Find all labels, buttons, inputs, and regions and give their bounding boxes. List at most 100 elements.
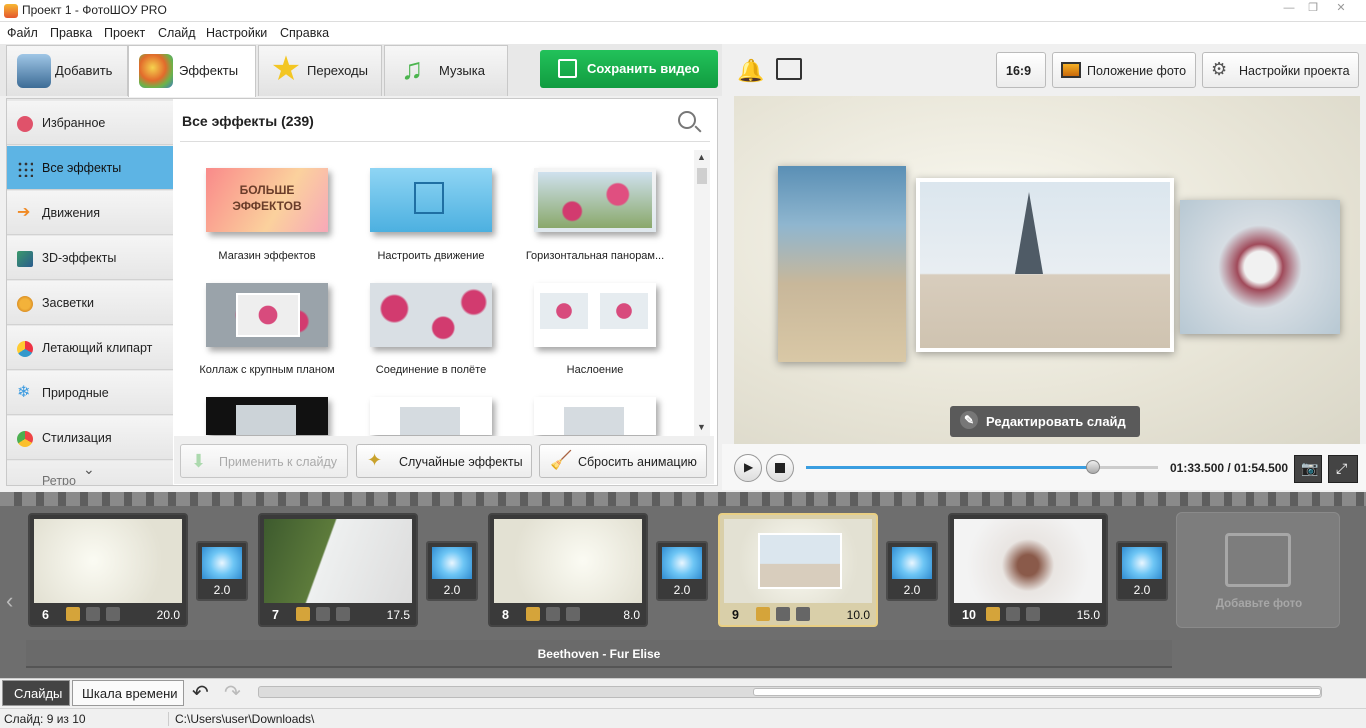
menu-file[interactable]: Файл [7, 26, 38, 40]
scroll-down-icon[interactable]: ▼ [697, 422, 706, 432]
transition-thumb[interactable]: 2.0 [656, 541, 708, 601]
effect-label: Горизонтальная панорам... [525, 250, 665, 262]
sound-icon[interactable] [106, 607, 120, 621]
transition-thumb[interactable]: 2.0 [196, 541, 248, 601]
photo-position-button[interactable]: Положение фото [1052, 52, 1196, 88]
slide-thumb[interactable]: 7 17.5 [258, 513, 418, 627]
slide-thumb[interactable]: 6 20.0 [28, 513, 188, 627]
edit-slide-button[interactable]: ✎ Редактировать слайд [950, 406, 1140, 437]
effect-custom-motion-thumb[interactable] [370, 168, 492, 232]
search-icon[interactable] [678, 111, 696, 129]
scroll-left-icon[interactable]: ‹ [6, 588, 13, 614]
sound-icon[interactable] [566, 607, 580, 621]
category-nature[interactable]: ❄ Природные [7, 371, 173, 415]
menu-edit[interactable]: Правка [50, 26, 92, 40]
add-photo-placeholder[interactable]: Добавьте фото [1176, 512, 1340, 628]
edit-pencil-icon[interactable] [296, 607, 310, 621]
effect-thumb-row3-2[interactable] [370, 397, 492, 435]
menu-slide[interactable]: Слайд [158, 26, 196, 40]
stop-button[interactable] [766, 454, 794, 482]
thumb-photo [236, 405, 296, 435]
effect-horizontal-pan-thumb[interactable] [534, 168, 656, 232]
menu-project[interactable]: Проект [104, 26, 145, 40]
play-button[interactable]: ▶ [734, 454, 762, 482]
slide-thumb-selected[interactable]: 9 10.0 [718, 513, 878, 627]
timeline-scrollbar[interactable] [258, 686, 1322, 698]
save-video-button[interactable]: Сохранить видео [540, 50, 718, 88]
effect-flight-join-thumb[interactable] [370, 283, 492, 347]
music-track[interactable]: Beethoven - Fur Elise [26, 640, 1172, 668]
aspect-ratio-button[interactable]: 16:9 [996, 52, 1046, 88]
maximize-icon[interactable]: ❐ [1302, 0, 1324, 18]
tab-add[interactable]: Добавить [6, 45, 128, 96]
project-settings-button[interactable]: ⚙ Настройки проекта [1202, 52, 1359, 88]
tab-timeline[interactable]: Шкала времени [72, 680, 184, 706]
broom-icon: 🧹 [550, 450, 573, 470]
sound-icon[interactable] [796, 607, 810, 621]
slide-thumb[interactable]: 8 8.0 [488, 513, 648, 627]
chevron-down-icon[interactable]: ⌄ [83, 461, 95, 478]
zoom-icon[interactable] [776, 607, 790, 621]
undo-icon[interactable]: ↶ [192, 680, 209, 705]
menu-help[interactable]: Справка [280, 26, 329, 40]
slide-image [34, 519, 182, 603]
sound-icon[interactable] [1026, 607, 1040, 621]
camera-icon [17, 54, 51, 88]
category-flying-clipart[interactable]: Летающий клипарт [7, 326, 173, 370]
snapshot-button[interactable]: 📷 [1294, 455, 1322, 483]
tab-effects[interactable]: Эффекты [128, 45, 256, 97]
category-all-effects[interactable]: Все эффекты [7, 146, 173, 190]
flower-photo [538, 172, 652, 228]
slide-number: 10 [962, 608, 976, 622]
transition-image [432, 547, 472, 579]
category-3d[interactable]: 3D-эффекты [7, 236, 173, 280]
fullscreen-button[interactable]: ⤢ [1328, 455, 1358, 483]
scrollbar-thumb[interactable] [697, 168, 707, 184]
apply-to-slide-button[interactable]: ⬇ Применить к слайду [180, 444, 348, 478]
close-icon[interactable]: ✕ [1330, 0, 1352, 18]
effect-collage-closeup-thumb[interactable] [206, 283, 328, 347]
transition-duration: 2.0 [213, 583, 231, 597]
edit-pencil-icon[interactable] [756, 607, 770, 621]
effects-scrollbar[interactable]: ▲ ▼ [694, 150, 710, 436]
slide-image [494, 519, 642, 603]
zoom-icon[interactable] [86, 607, 100, 621]
zoom-icon[interactable] [316, 607, 330, 621]
random-effects-button[interactable]: ✦ Случайные эффекты [356, 444, 532, 478]
tab-transitions[interactable]: ★ Переходы [258, 45, 382, 96]
category-light-leaks[interactable]: Засветки [7, 281, 173, 325]
tab-music[interactable]: ♫ Музыка [384, 45, 508, 96]
edit-pencil-icon[interactable] [986, 607, 1000, 621]
minimize-icon[interactable]: — [1278, 0, 1300, 18]
category-favorites[interactable]: Избранное [7, 101, 173, 145]
edit-pencil-icon[interactable] [526, 607, 540, 621]
bell-icon[interactable]: 🔔 [737, 58, 764, 84]
reset-animation-button[interactable]: 🧹 Сбросить анимацию [539, 444, 707, 478]
transition-thumb[interactable]: 2.0 [886, 541, 938, 601]
edit-pencil-icon[interactable] [66, 607, 80, 621]
cube-icon [17, 251, 33, 267]
timeline-scrollbar-thumb[interactable] [753, 688, 1321, 696]
scroll-up-icon[interactable]: ▲ [697, 152, 706, 162]
effect-thumb-row3-1[interactable] [206, 397, 328, 435]
effect-store-thumb[interactable]: БОЛЬШЕ ЭФФЕКТОВ [206, 168, 328, 232]
star-icon: ★ [270, 50, 302, 88]
music-note-icon: ♫ [400, 53, 424, 86]
slide-thumb[interactable]: 10 15.0 [948, 513, 1108, 627]
transition-image [202, 547, 242, 579]
playback-slider[interactable] [806, 460, 1158, 474]
redo-icon[interactable]: ↷ [224, 680, 241, 705]
transition-thumb[interactable]: 2.0 [1116, 541, 1168, 601]
sound-icon[interactable] [336, 607, 350, 621]
category-stylization[interactable]: Стилизация [7, 416, 173, 460]
menu-settings[interactable]: Настройки [206, 26, 267, 40]
zoom-icon[interactable] [546, 607, 560, 621]
category-motion[interactable]: ➔ Движения [7, 191, 173, 235]
effect-thumb-row3-3[interactable] [534, 397, 656, 435]
floppy-disk-icon [558, 59, 577, 78]
transition-thumb[interactable]: 2.0 [426, 541, 478, 601]
zoom-icon[interactable] [1006, 607, 1020, 621]
effect-overlay-thumb[interactable] [534, 283, 656, 347]
tab-slides[interactable]: Слайды [2, 680, 70, 706]
image-settings-icon[interactable] [776, 58, 802, 80]
